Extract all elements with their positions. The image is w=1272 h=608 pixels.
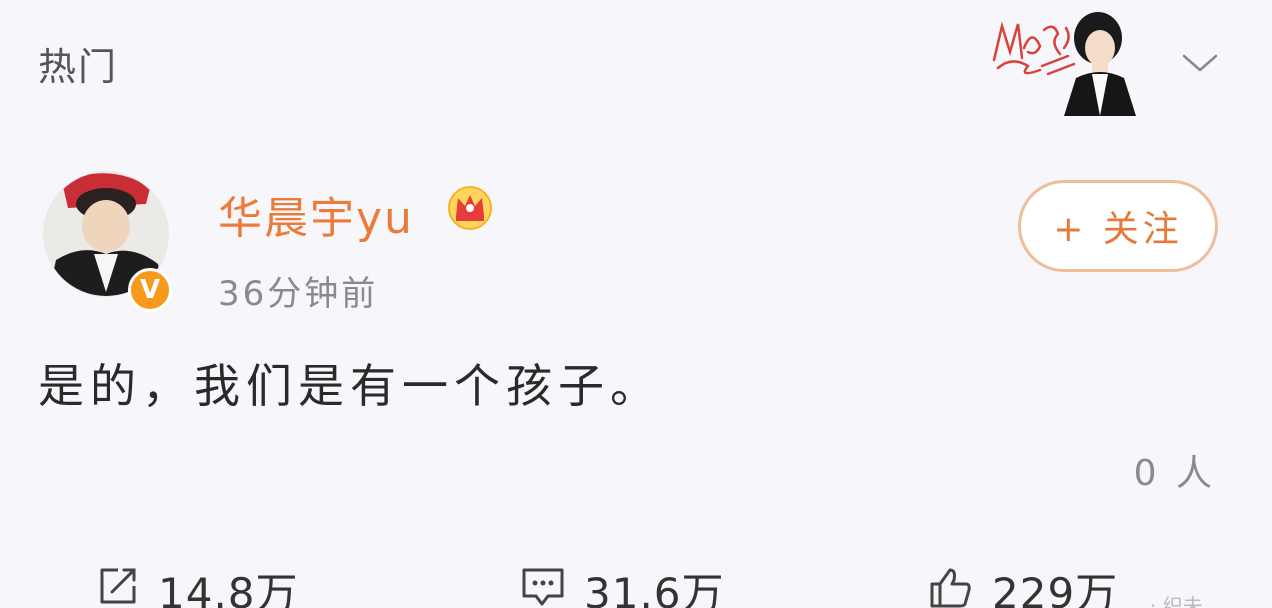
reader-count: 0 人 [1133, 453, 1216, 494]
share-count: 14.8万 [158, 569, 299, 608]
chevron-down-icon[interactable] [1180, 48, 1220, 76]
verified-badge: V [128, 268, 172, 312]
comment-button[interactable]: 31.6万 [520, 560, 725, 608]
section-title: 热门 [38, 45, 119, 89]
username[interactable]: 华晨宇yu [218, 182, 414, 246]
comment-icon [522, 568, 564, 606]
like-count: 229万 [992, 569, 1119, 608]
follow-button[interactable]: + 关注 [1018, 180, 1218, 272]
weibo-post-page: 热门 V 华晨宇yu 36分钟前 + 关注 是的，我们是有一个孩子。 0 人 1… [0, 0, 1272, 608]
comment-count: 31.6万 [584, 569, 725, 608]
header-sticker-image [992, 12, 1136, 116]
watermark-text: · 织未 [1150, 594, 1203, 608]
post-time: 36分钟前 [218, 274, 379, 314]
share-icon [100, 568, 136, 604]
share-button[interactable]: 14.8万 [96, 560, 299, 608]
like-button[interactable]: 229万 [928, 560, 1118, 608]
crown-icon [448, 186, 492, 230]
like-icon [930, 568, 971, 608]
post-text: 是的，我们是有一个孩子。 [38, 359, 662, 413]
